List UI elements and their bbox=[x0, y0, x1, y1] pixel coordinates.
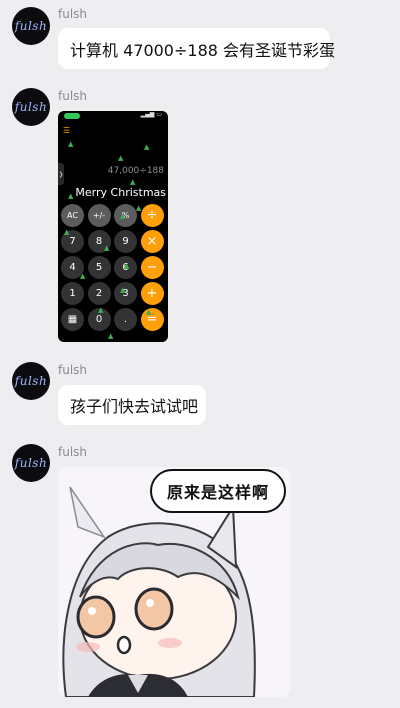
avatar-logo: fulsh bbox=[14, 456, 48, 470]
meme-sticker-image[interactable]: 原来是这样啊 bbox=[58, 467, 290, 697]
calc-key: 2 bbox=[87, 282, 111, 305]
calc-key: 9 bbox=[114, 230, 137, 253]
message-bubble[interactable]: 计算机 47000÷188 会有圣诞节彩蛋 bbox=[58, 28, 335, 69]
christmas-tree-icon: ▲ bbox=[68, 192, 74, 200]
calculator-result: Merry Christmas bbox=[75, 186, 166, 199]
side-handle-icon: ❯ bbox=[58, 163, 64, 185]
christmas-tree-icon: ▲ bbox=[80, 272, 86, 280]
sender-name: fulsh bbox=[58, 445, 88, 459]
status-bar: ▂▄▆ ▭ bbox=[64, 111, 162, 121]
calc-key: . bbox=[114, 308, 137, 331]
calc-key: + bbox=[140, 282, 164, 305]
speech-bubble: 原来是这样啊 bbox=[150, 469, 286, 513]
christmas-tree-icon: ▲ bbox=[104, 244, 110, 252]
christmas-tree-icon: ▲ bbox=[64, 228, 70, 236]
christmas-tree-icon: ▲ bbox=[98, 306, 104, 314]
calculator-expression: 47,000÷188 bbox=[107, 166, 164, 176]
sender-name: fulsh bbox=[58, 363, 88, 377]
calc-key: 5 bbox=[87, 256, 111, 279]
calc-key: 3 bbox=[114, 282, 137, 305]
avatar[interactable]: fulsh bbox=[12, 362, 50, 400]
avatar[interactable]: fulsh bbox=[12, 7, 50, 45]
calc-key: 1 bbox=[61, 282, 84, 305]
call-indicator-icon bbox=[64, 113, 80, 119]
christmas-tree-icon: ▲ bbox=[144, 143, 150, 151]
calc-key: = bbox=[140, 308, 164, 331]
sender-name: fulsh bbox=[58, 7, 88, 21]
christmas-tree-icon: ▲ bbox=[120, 286, 126, 294]
avatar[interactable]: fulsh bbox=[12, 444, 50, 482]
avatar[interactable]: fulsh bbox=[12, 88, 50, 126]
calc-key: × bbox=[140, 230, 164, 253]
sender-name: fulsh bbox=[58, 89, 88, 103]
avatar-logo: fulsh bbox=[14, 100, 48, 114]
calc-key: ÷ bbox=[140, 204, 164, 227]
calc-key: % bbox=[114, 204, 137, 227]
avatar-logo: fulsh bbox=[14, 374, 48, 388]
christmas-tree-icon: ▲ bbox=[68, 140, 74, 148]
christmas-tree-icon: ▲ bbox=[118, 154, 124, 162]
calc-key: +/- bbox=[87, 204, 111, 227]
history-list-icon: ☰ bbox=[63, 126, 71, 135]
calculator-screenshot-image[interactable]: ▂▄▆ ▭ ☰ ❯ 47,000÷188 Merry Christmas AC +… bbox=[58, 111, 168, 342]
message-bubble[interactable]: 孩子们快去试试吧 bbox=[58, 385, 206, 425]
calc-key: − bbox=[140, 256, 164, 279]
signal-battery-icon: ▂▄▆ ▭ bbox=[140, 111, 162, 118]
christmas-tree-icon: ▲ bbox=[124, 262, 130, 270]
calculator-mode-icon: ▦ bbox=[61, 308, 84, 331]
christmas-tree-icon: ▲ bbox=[136, 204, 142, 212]
calc-key: AC bbox=[61, 204, 84, 227]
avatar-logo: fulsh bbox=[14, 19, 48, 33]
christmas-tree-icon: ▲ bbox=[108, 332, 114, 340]
christmas-tree-icon: ▲ bbox=[146, 308, 152, 316]
christmas-tree-icon: ▲ bbox=[120, 212, 126, 220]
christmas-tree-icon: ▲ bbox=[130, 178, 136, 186]
